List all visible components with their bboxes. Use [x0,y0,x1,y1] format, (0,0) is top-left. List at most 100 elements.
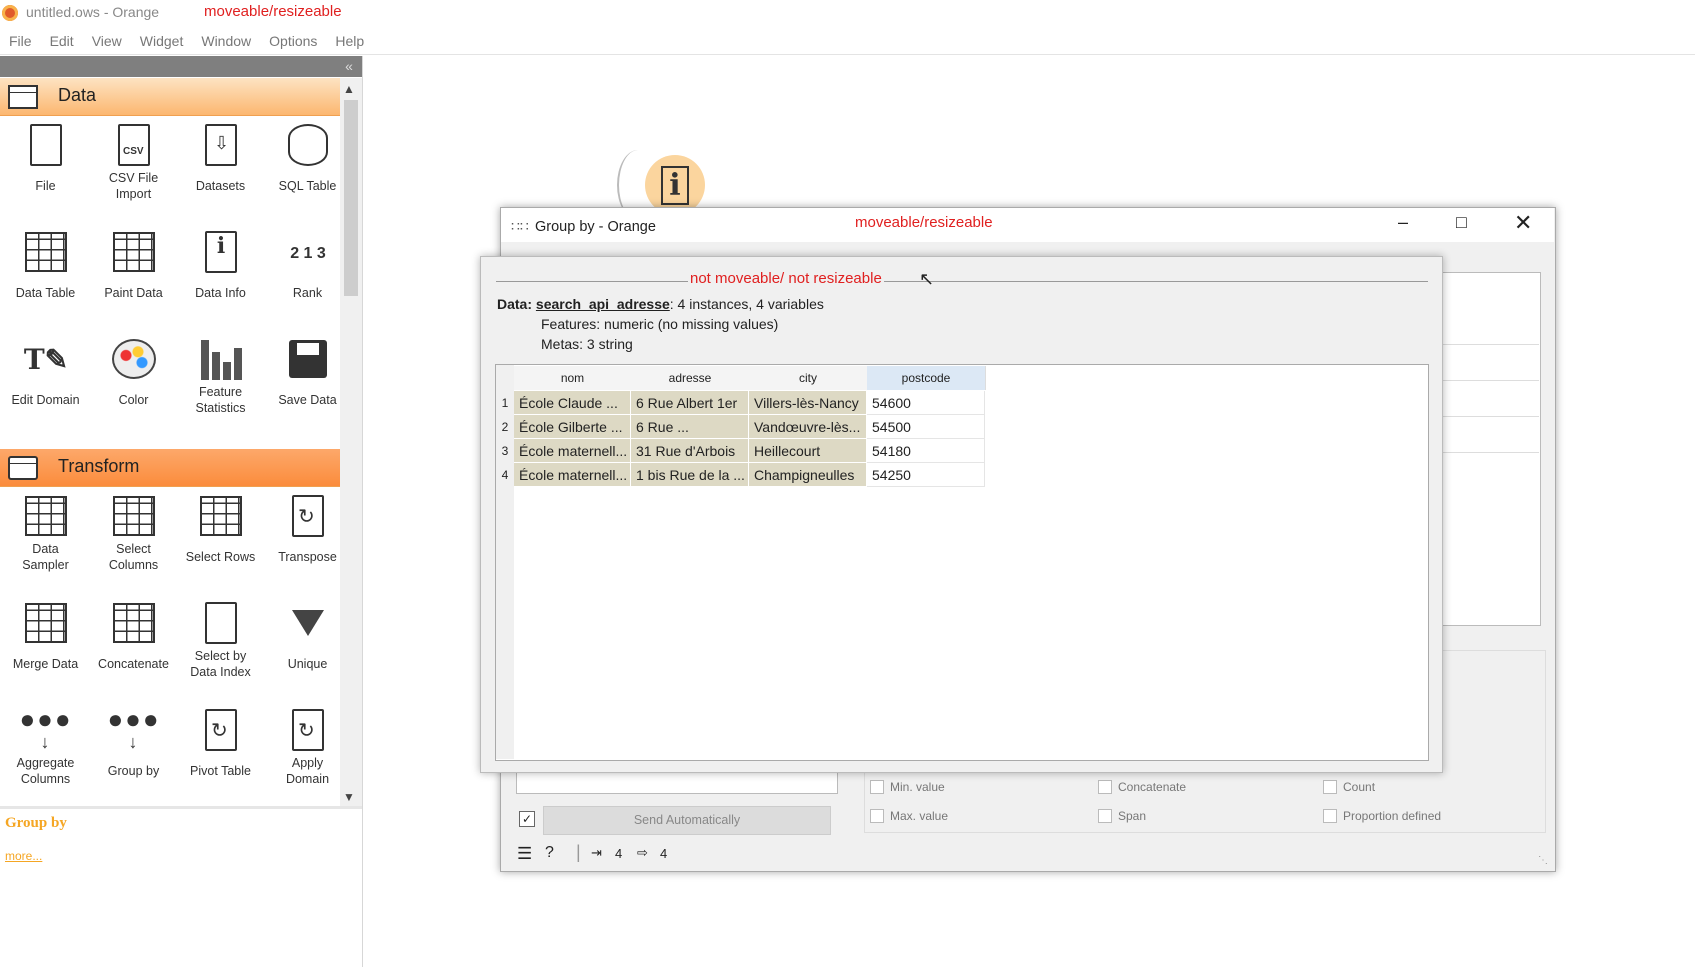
max-value-checkbox[interactable] [870,809,884,823]
column-header-postcode[interactable]: postcode [867,366,986,390]
merge-icon [23,600,69,646]
column-header-city[interactable]: city [749,366,868,390]
file-icon [23,122,69,168]
widget-select-index[interactable]: Select by Data Index [178,594,263,694]
widget-select-columns[interactable]: Select Columns [91,487,176,587]
proportion-defined-checkbox[interactable] [1323,809,1337,823]
aggregations-list[interactable] [1437,272,1541,626]
minimize-icon[interactable]: – [1398,212,1408,233]
category-transform-header[interactable]: Transform [0,449,340,487]
category-data-header[interactable]: Data [0,78,340,116]
widget-paint[interactable]: Paint Data [91,223,176,323]
widget-table[interactable]: Data Table [3,223,88,323]
widget-palette[interactable]: Color [91,330,176,430]
dock-divider[interactable] [0,806,362,809]
menu-file[interactable]: File [0,29,41,53]
menu-edit[interactable]: Edit [41,29,83,53]
widget-pivot[interactable]: ↻ Pivot Table [178,701,263,798]
help-more-link[interactable]: more... [5,849,42,863]
table-cell[interactable]: 54180 [867,439,985,463]
widget-label: Transpose [278,550,337,564]
widget-database[interactable]: SQL Table [265,116,340,216]
table-cell[interactable]: 54600 [867,391,985,415]
widget-save[interactable]: Save Data [265,330,340,430]
widget-select-rows[interactable]: Select Rows [178,487,263,587]
send-automatically-button[interactable]: Send Automatically [543,806,831,835]
widget-transpose[interactable]: ↻ Transpose [265,487,340,587]
widget-datasets[interactable]: ⇩ Datasets [178,116,263,216]
row-number[interactable]: 4 [496,468,514,482]
bar-stats-icon [198,336,244,382]
maximize-icon[interactable]: □ [1456,212,1467,233]
table-cell[interactable]: École maternell... [514,439,631,463]
rank-icon-glyph: 2 1 3 [290,244,326,262]
widget-funnel[interactable]: Unique [265,594,340,694]
table-cell[interactable]: École maternell... [514,463,631,487]
menu-icon[interactable]: ☰ [517,844,532,864]
table-cell[interactable]: 31 Rue d'Arbois [631,439,749,463]
widget-concatenate[interactable]: Concatenate [91,594,176,694]
menu-help[interactable]: Help [326,29,373,53]
row-number[interactable]: 3 [496,444,514,458]
row-number[interactable]: 2 [496,420,514,434]
widget-info[interactable]: i Data Info [178,223,263,323]
annotation-label: moveable/resizeable [204,3,342,20]
row-number[interactable]: 1 [496,396,514,410]
table-cell[interactable]: 6 Rue ... [631,415,749,439]
table-cell[interactable]: Villers-lès-Nancy [749,391,867,415]
column-header-adresse[interactable]: adresse [631,366,750,390]
group-by-list-bottom[interactable] [516,770,838,794]
menu-window[interactable]: Window [192,29,260,53]
table-cell[interactable]: École Claude ... [514,391,631,415]
widget-apply-domain[interactable]: ↻ Apply Domain [265,701,340,798]
collapse-dock-button[interactable]: « [340,57,358,75]
group-by-title-bar[interactable] [501,208,1554,242]
table-cell[interactable]: 54250 [867,463,985,487]
close-icon[interactable]: ✕ [1514,210,1532,236]
input-count: 4 [615,846,623,861]
table-cell[interactable]: 1 bis Rue de la ... [631,463,749,487]
min-value-checkbox[interactable] [870,780,884,794]
widget-edit-domain[interactable]: T✎ Edit Domain [3,330,88,430]
annotation-label: moveable/resizeable [855,214,993,231]
menu-widget[interactable]: Widget [131,29,193,53]
toolbox: Data File CSV CSV File Import ⇩ Datasets SQL T… [0,78,340,798]
widget-dice[interactable]: Data Sampler [3,487,88,587]
menu-options[interactable]: Options [260,29,326,53]
send-automatically-checkbox[interactable]: ✓ [519,811,535,827]
widget-merge[interactable]: Merge Data [3,594,88,694]
widget-bar-stats[interactable]: Feature Statistics [178,330,263,430]
select-rows-icon-glyph [200,496,242,536]
group-by-icon-glyph: ●●● ↓ [107,703,161,752]
scroll-down-icon[interactable]: ▼ [343,790,355,804]
table-cell[interactable]: 6 Rue Albert 1er [631,391,749,415]
concatenate-checkbox[interactable] [1098,780,1112,794]
widget-label: Color [118,393,149,407]
widget-aggregate[interactable]: ●●● ↓ Aggregate Columns [3,701,88,798]
select-index-icon-glyph [205,602,237,644]
resize-grip-icon[interactable]: ⋱ [1538,855,1548,866]
menu-view[interactable]: View [83,29,131,53]
table-cell[interactable]: Champigneulles [749,463,867,487]
scroll-up-icon[interactable]: ▲ [343,82,355,96]
data-info-node[interactable]: i [645,155,705,215]
table-cell[interactable]: Vandœuvre-lès... [749,415,867,439]
metas-summary: Metas: 3 string [541,336,633,352]
span-checkbox[interactable] [1098,809,1112,823]
dataset-name-link[interactable]: search_api_adresse [536,296,670,312]
table-cell[interactable]: Heillecourt [749,439,867,463]
checkbox-label: Max. value [890,809,949,823]
widget-group-by[interactable]: ●●● ↓ Group by [91,701,176,798]
table-cell[interactable]: 54500 [867,415,985,439]
checkbox-label: Span [1118,809,1147,823]
table-cell[interactable]: École Gilberte ... [514,415,631,439]
widget-rank[interactable]: 2 1 3 Rank [265,223,340,323]
bar-stats-icon-glyph [200,338,242,380]
column-header-nom[interactable]: nom [514,366,632,390]
rank-icon: 2 1 3 [285,229,331,275]
scrollbar-thumb[interactable] [344,100,358,296]
help-icon[interactable]: ? [545,844,554,862]
widget-csv[interactable]: CSV CSV File Import [91,116,176,216]
count-checkbox[interactable] [1323,780,1337,794]
widget-file[interactable]: File [3,116,88,216]
